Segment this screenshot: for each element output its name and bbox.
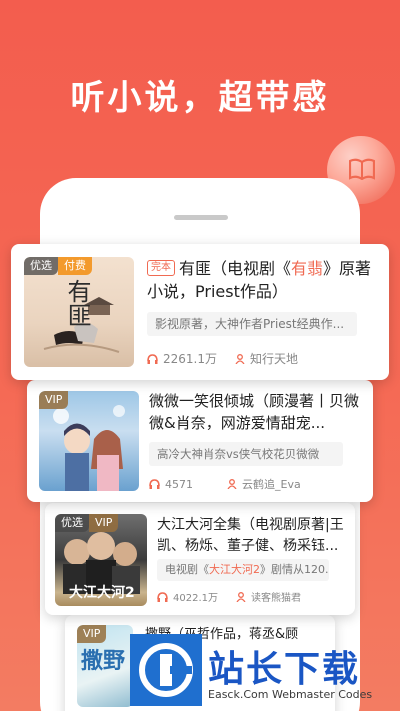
cover-title: 大江大河2 [69,585,135,601]
watermark-logo-icon [139,643,193,697]
listen-count: 4571 [165,477,193,491]
book-title: 微微一笑很倾城（顾漫著丨贝微微&肖奈，网游爱情甜宠... [149,392,360,432]
watermark-text: 站长下载 [208,649,361,690]
cover-title: 撒野 [81,649,126,674]
author-icon [227,479,237,489]
book-card-2[interactable]: VIP 微微一笑很倾城（顾漫著丨贝微微&肖奈，网游爱情甜宠... 高冷大神肖奈v… [27,380,373,502]
phone-speaker [174,215,228,220]
badge-youxuan: 优选 [55,514,89,532]
author-icon [235,353,245,364]
book-meta: 2261.1万 知行天地 [147,350,298,367]
book-meta: 4571 云鹤追_Eva [149,476,301,492]
headline: 听小说，超带感 [70,78,330,118]
book-card-1[interactable]: 有匪 优选 付费 完本 有匪（电视剧《有翡》原著小说，Priest作品） 影视原著… [11,244,389,380]
book-meta: 4022.1万 读客熊猫君 [157,589,301,604]
watermark-logo [130,634,202,706]
watermark-subtext: Easck.Com Webmaster Codes [208,688,373,701]
badge-vip: VIP [77,625,107,643]
book-cover: 撒野 VIP [77,625,133,707]
badge-vip: VIP [89,514,119,532]
badge-paid: 付费 [58,257,92,275]
book-desc: 电视剧《大江大河2》剧情从120... [157,559,329,581]
book-card-3[interactable]: 大江大河2 优选 VIP 大江大河全集（电视剧原著|王凯、杨烁、董子健、杨采钰.… [45,503,355,615]
tag-completed: 完本 [147,259,175,276]
book-cover: VIP [39,391,139,491]
listen-count: 2261.1万 [163,352,217,366]
book-cover: 有匪 优选 付费 [24,257,134,367]
author-name: 读客熊猫君 [251,593,301,604]
book-title: 完本 有匪（电视剧《有翡》原著小说，Priest作品） [147,259,372,301]
headphone-icon [147,353,158,364]
book-desc: 高冷大神肖奈vs侠气校花贝微微 [149,442,343,466]
author-name: 知行天地 [250,352,299,366]
listen-count: 4022.1万 [173,593,218,604]
badge-youxuan: 优选 [24,257,58,275]
headphone-icon [149,479,160,489]
badge-vip: VIP [39,391,69,409]
book-cover: 大江大河2 优选 VIP [55,514,147,606]
headphone-icon [157,591,168,602]
book-desc: 影视原著，大神作者Priest经典作... [147,312,357,336]
author-name: 云鹤追_Eva [242,478,301,491]
book-title: 大江大河全集（电视剧原著|王凯、杨烁、董子健、杨采钰... [157,517,344,554]
book-icon [349,158,375,180]
author-icon [236,591,246,602]
cover-title: 有匪 [63,279,91,327]
